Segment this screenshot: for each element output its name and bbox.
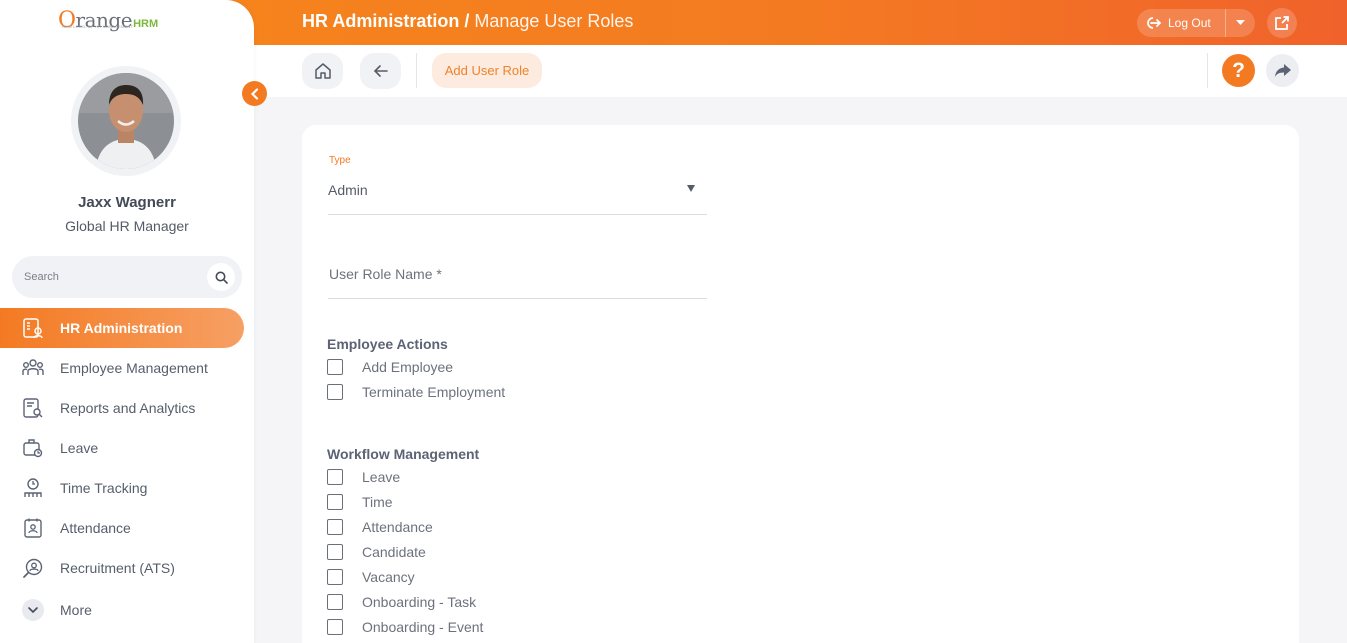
checkbox[interactable] [327,594,343,610]
checkbox-label: Add Employee [362,359,454,375]
section-title-workflow-management: Workflow Management [327,446,480,462]
sidebar-item-label: Attendance [60,520,131,536]
checkbox-onboarding-task[interactable]: Onboarding - Task [327,592,476,612]
checkbox-label: Terminate Employment [362,384,506,400]
checkbox-label: Time [362,494,393,510]
user-name: Jaxx Wagnerr [78,194,176,211]
checkbox-label: Vacancy [362,569,415,585]
add-user-role-tab[interactable]: Add User Role [432,53,542,88]
sidebar-item-label: Leave [60,440,99,456]
toolbar-divider [1207,53,1208,88]
open-external-button[interactable] [1267,8,1297,38]
home-icon [314,63,331,79]
sidebar-item-attendance[interactable]: Attendance [0,508,244,548]
type-field-label: Type [329,155,351,166]
sidebar-item-hr-administration[interactable]: HR Administration [0,308,244,348]
user-role-name-underline [328,298,707,299]
page-title: HR Administration / Manage User Roles [302,11,633,32]
employees-icon [22,357,44,379]
checkbox[interactable] [327,544,343,560]
toolbar-divider [416,53,417,88]
search-input[interactable]: Search [12,256,242,298]
home-button[interactable] [302,53,343,89]
checkbox-terminate-employment[interactable]: Terminate Employment [327,382,505,402]
logout-icon [1147,17,1162,29]
sidebar-item-label: Time Tracking [60,480,148,496]
collapse-sidebar-button[interactable] [242,81,267,106]
search-placeholder: Search [24,271,59,283]
checkbox[interactable] [327,359,343,375]
sidebar-item-reports-and-analytics[interactable]: Reports and Analytics [0,388,244,428]
checkbox-candidate[interactable]: Candidate [327,542,426,562]
checkbox-label: Leave [362,469,401,485]
leave-icon [22,437,44,459]
time-tracking-icon [22,477,44,499]
user-role-name-field[interactable]: User Role Name * [329,266,442,282]
logout-button[interactable]: Log Out [1137,9,1225,37]
share-button[interactable] [1266,54,1299,87]
checkbox-label: Onboarding - Task [362,594,477,610]
sidebar-item-leave[interactable]: Leave [0,428,244,468]
caret-down-icon [1236,20,1245,25]
type-field-underline [328,214,707,215]
avatar[interactable] [71,66,181,176]
logout-label: Log Out [1168,16,1211,30]
checkbox[interactable] [327,384,343,400]
app-logo[interactable]: OrangeHRM [58,8,158,33]
checkbox[interactable] [327,469,343,485]
checkbox-leave[interactable]: Leave [327,467,400,487]
checkbox[interactable] [327,569,343,585]
checkbox[interactable] [327,494,343,510]
logout-menu-toggle[interactable] [1226,20,1255,26]
checkbox-vacancy[interactable]: Vacancy [327,567,415,587]
recruitment-icon [22,557,44,579]
logo-tagline: NEW LEVEL OF HR MANAGEMENT [62,24,134,29]
logout-group: Log Out [1137,9,1255,37]
sidebar-item-more[interactable]: More [0,590,244,630]
user-role-form: Type Admin User Role Name * Employee Act… [302,125,1299,643]
checkbox-label: Onboarding - Event [362,619,484,635]
type-select[interactable]: Admin [328,182,368,198]
sidebar-item-label: More [60,602,92,618]
avatar-photo [78,73,174,169]
search-icon [215,271,228,284]
arrow-left-icon [373,65,388,77]
sidebar-item-label: Recruitment (ATS) [60,560,175,576]
user-role: Global HR Manager [65,218,189,234]
sidebar-item-employee-management[interactable]: Employee Management [0,348,244,388]
checkbox[interactable] [327,519,343,535]
sidebar-item-recruitment[interactable]: Recruitment (ATS) [0,548,244,588]
sidebar: OrangeHRM NEW LEVEL OF HR MANAGEMENT Jax… [0,0,254,643]
sidebar-item-label: Reports and Analytics [60,400,196,416]
share-icon [1274,63,1291,77]
checkbox-label: Attendance [362,519,433,535]
search-button[interactable] [207,263,235,291]
checkbox-label: Candidate [362,544,426,560]
chevron-down-icon [22,599,44,621]
logo-hrm: HRM [133,18,159,30]
external-link-icon [1275,16,1289,30]
page-title-module: HR Administration / [302,11,470,31]
checkbox[interactable] [327,619,343,635]
hr-admin-icon [22,317,44,339]
back-button[interactable] [360,53,401,89]
help-button[interactable]: ? [1222,54,1255,87]
checkbox-time[interactable]: Time [327,492,393,512]
caret-down-icon[interactable] [687,185,695,192]
checkbox-attendance[interactable]: Attendance [327,517,433,537]
page-title-sub: Manage User Roles [474,11,634,31]
sidebar-item-label: Employee Management [60,360,208,376]
checkbox-onboarding-event[interactable]: Onboarding - Event [327,617,483,637]
section-title-employee-actions: Employee Actions [327,336,448,352]
checkbox-add-employee[interactable]: Add Employee [327,357,453,377]
reports-icon [22,397,44,419]
chevron-left-icon [250,87,258,100]
sidebar-item-label: HR Administration [60,320,183,336]
attendance-icon [22,517,44,539]
toolbar: Add User Role ? [254,45,1347,97]
sidebar-item-time-tracking[interactable]: Time Tracking [0,468,244,508]
